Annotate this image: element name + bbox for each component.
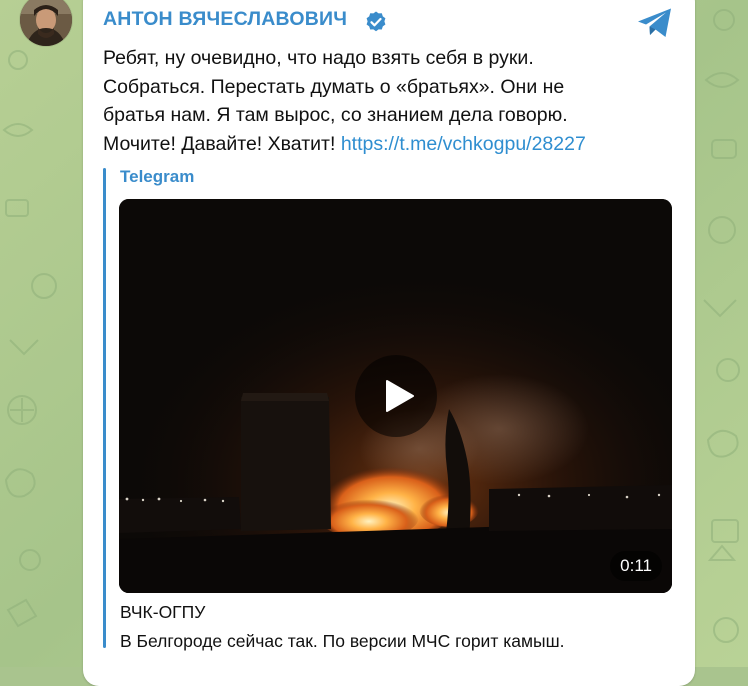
link-preview-video[interactable]: 0:11	[119, 199, 672, 593]
link-preview-site-name[interactable]: Telegram	[120, 167, 194, 187]
message-link[interactable]: https://t.me/vchkogpu/28227	[341, 133, 586, 155]
play-button[interactable]	[355, 355, 437, 437]
link-preview-title[interactable]: ВЧК-ОГПУ	[120, 602, 205, 623]
message-text: Ребят, ну очевидно, что надо взять себя …	[103, 44, 688, 158]
link-preview-description: В Белгороде сейчас так. По версии МЧС го…	[120, 631, 565, 651]
link-preview-accent-bar	[103, 168, 106, 648]
video-duration-badge: 0:11	[610, 551, 662, 581]
channel-name[interactable]: АНТОН ВЯЧЕСЛАВОВИЧ	[103, 8, 347, 31]
telegram-share-icon	[638, 8, 671, 37]
play-icon	[386, 380, 414, 412]
message-bubble: АНТОН ВЯЧЕСЛАВОВИЧ Ребят, ну очевидно, ч…	[83, 0, 695, 686]
verified-badge-icon	[366, 11, 386, 32]
telegram-share-button[interactable]	[636, 6, 674, 40]
